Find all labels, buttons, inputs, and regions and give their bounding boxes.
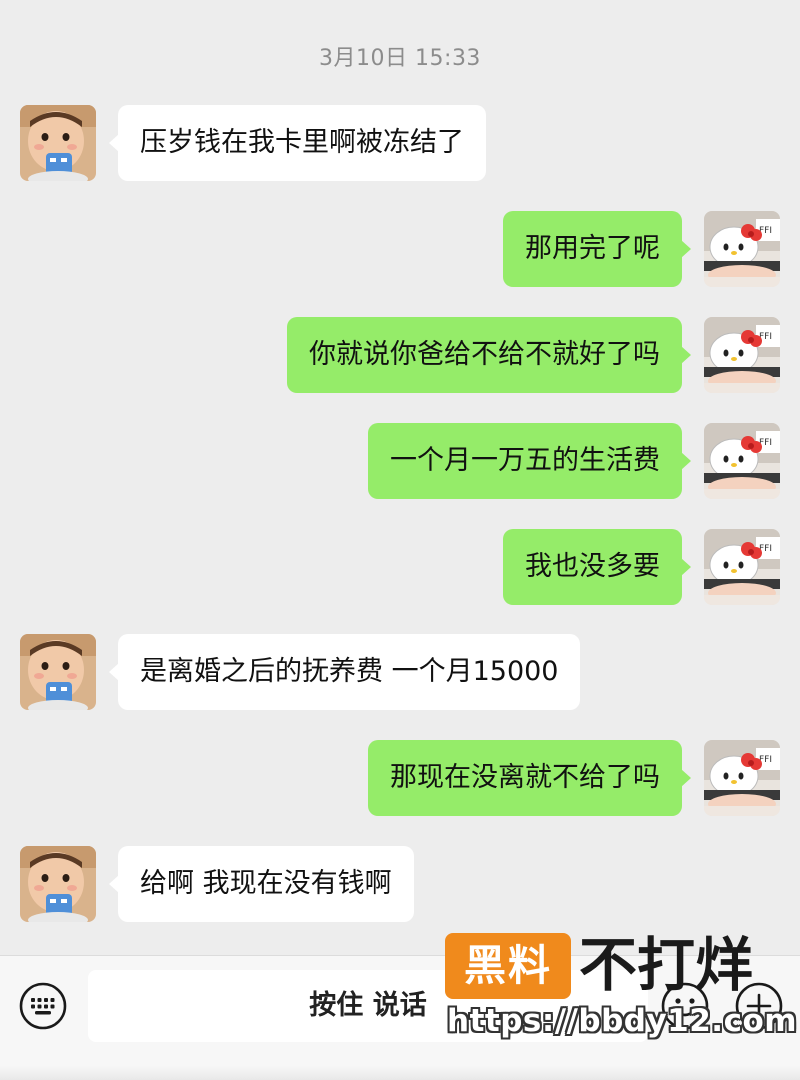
- watermark: 黑料 不打烊 https://bbdy12.com: [445, 931, 797, 1043]
- sent-message-bubble[interactable]: 你就说你爸给不给不就好了吗: [287, 317, 691, 393]
- received-message-bubble[interactable]: 给啊 我现在没有钱啊: [109, 846, 414, 922]
- message-row: 一个月一万五的生活费: [0, 423, 800, 499]
- self-avatar[interactable]: [704, 740, 780, 816]
- self-avatar[interactable]: [704, 529, 780, 605]
- chat-timestamp: 3月10日 15:33: [319, 46, 481, 71]
- sent-message-bubble[interactable]: 我也没多要: [503, 529, 691, 605]
- contact-avatar[interactable]: [20, 105, 96, 181]
- bottom-edge: [0, 1066, 800, 1080]
- watermark-badge: 黑料: [445, 933, 571, 999]
- sent-message-bubble[interactable]: 那现在没离就不给了吗: [368, 740, 691, 816]
- message-row: 是离婚之后的抚养费 一个月15000: [0, 634, 800, 710]
- sent-message-bubble[interactable]: 那用完了呢: [503, 211, 691, 287]
- self-avatar[interactable]: [704, 211, 780, 287]
- received-message-bubble[interactable]: 是离婚之后的抚养费 一个月15000: [108, 634, 581, 710]
- message-row: 压岁钱在我卡里啊被冻结了: [0, 105, 800, 181]
- message-row: 那用完了呢: [0, 211, 800, 287]
- watermark-url: https://bbdy12.com: [447, 1003, 798, 1039]
- contact-avatar[interactable]: [20, 846, 96, 922]
- message-row: 给啊 我现在没有钱啊: [0, 846, 800, 922]
- self-avatar[interactable]: [704, 423, 780, 499]
- received-message-bubble[interactable]: 压岁钱在我卡里啊被冻结了: [109, 105, 486, 181]
- sent-message-bubble[interactable]: 一个月一万五的生活费: [368, 423, 691, 499]
- watermark-text: 不打烊: [579, 931, 754, 999]
- contact-avatar[interactable]: [20, 634, 96, 710]
- message-row: 你就说你爸给不给不就好了吗: [0, 317, 800, 393]
- self-avatar[interactable]: [704, 317, 780, 393]
- message-row: 那现在没离就不给了吗: [0, 740, 800, 816]
- keyboard-icon[interactable]: [18, 981, 68, 1031]
- message-row: 我也没多要: [0, 529, 800, 605]
- chat-area[interactable]: 3月10日 15:33 压岁钱在我卡里啊被冻结了 那用完了呢 你就说你爸给不给不…: [0, 0, 800, 955]
